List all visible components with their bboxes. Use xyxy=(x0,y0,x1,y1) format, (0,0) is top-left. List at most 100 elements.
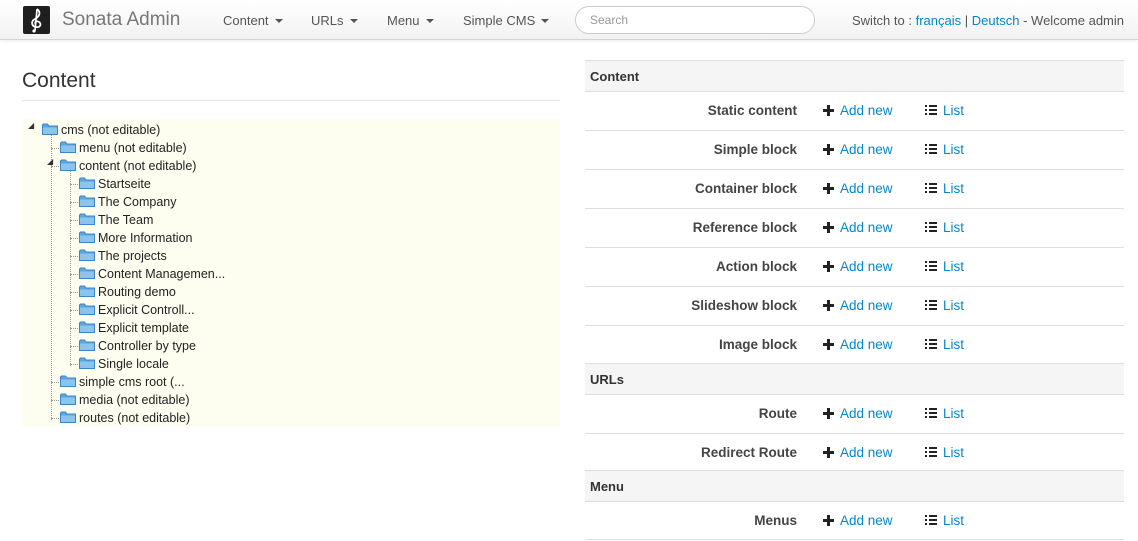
list-label: List xyxy=(943,220,965,235)
lang-french-link[interactable]: français xyxy=(916,13,962,28)
title-divider xyxy=(22,100,560,101)
add-new-link[interactable]: Add new xyxy=(823,142,893,157)
list-link[interactable]: List xyxy=(925,181,964,196)
folder-icon xyxy=(79,213,95,225)
admin-item-label: Action block xyxy=(715,259,797,274)
chevron-down-icon xyxy=(541,18,550,23)
plus-icon xyxy=(823,300,834,311)
list-link[interactable]: List xyxy=(925,406,964,421)
add-new-link[interactable]: Add new xyxy=(823,337,893,352)
admin-item-label: Static content xyxy=(707,103,797,118)
nav-content-menu[interactable]: Content xyxy=(223,13,283,28)
dashboard-row-menus: Menus Add new List xyxy=(585,501,1124,540)
treble-clef-icon[interactable] xyxy=(23,6,50,34)
tree-node[interactable]: More Information xyxy=(79,229,192,247)
tree-node[interactable]: Startseite xyxy=(79,175,151,193)
list-link[interactable]: List xyxy=(925,259,964,274)
tree-connector xyxy=(70,170,71,366)
list-icon xyxy=(925,408,937,419)
top-navbar: Sonata Admin Content URLs Menu Simple CM… xyxy=(0,0,1138,40)
tree-node[interactable]: Content Managemen... xyxy=(79,265,225,283)
list-link[interactable]: List xyxy=(925,103,964,118)
list-label: List xyxy=(943,337,965,352)
plus-icon xyxy=(823,447,834,458)
dashboard-row-slideshow-block: Slideshow block Add new List xyxy=(585,286,1124,325)
add-new-link[interactable]: Add new xyxy=(823,406,893,421)
group-title: Menu xyxy=(590,479,624,494)
tree-node[interactable]: media (not editable) xyxy=(60,391,189,409)
group-title: Content xyxy=(590,69,640,84)
tree-node[interactable]: simple cms root (... xyxy=(60,373,185,391)
search-input[interactable] xyxy=(575,6,815,34)
add-new-link[interactable]: Add new xyxy=(823,181,893,196)
nav-simple-cms-label: Simple CMS xyxy=(463,13,536,28)
lang-german-link[interactable]: Deutsch xyxy=(972,13,1020,28)
tree-node[interactable]: Controller by type xyxy=(79,337,196,355)
tree-node-label: content (not editable) xyxy=(79,159,197,173)
nav-menu-menu[interactable]: Menu xyxy=(387,13,434,28)
folder-icon xyxy=(79,285,95,297)
admin-item-label: Simple block xyxy=(713,142,797,157)
tree-node[interactable]: The projects xyxy=(79,247,167,265)
folder-icon xyxy=(60,411,76,423)
folder-icon xyxy=(79,231,95,243)
folder-icon xyxy=(79,177,95,189)
chevron-down-icon xyxy=(349,18,358,23)
nav-urls-menu[interactable]: URLs xyxy=(311,13,358,28)
add-new-label: Add new xyxy=(840,445,893,460)
add-new-link[interactable]: Add new xyxy=(823,259,893,274)
plus-icon xyxy=(823,183,834,194)
add-new-link[interactable]: Add new xyxy=(823,220,893,235)
folder-icon xyxy=(60,141,76,153)
nav-simple-cms-menu[interactable]: Simple CMS xyxy=(463,13,550,28)
lang-separator: | xyxy=(964,13,969,28)
add-new-link[interactable]: Add new xyxy=(823,103,893,118)
list-label: List xyxy=(943,181,965,196)
tree-node[interactable]: content (not editable) xyxy=(60,157,196,175)
add-new-link[interactable]: Add new xyxy=(823,513,893,528)
admin-item-label: Menus xyxy=(754,513,797,528)
tree-node-label: cms (not editable) xyxy=(61,123,161,137)
nav-content-label: Content xyxy=(223,13,269,28)
add-new-label: Add new xyxy=(840,298,893,313)
collapse-toggle-icon[interactable]: ◢ xyxy=(47,158,53,166)
dashboard-row-simple-block: Simple block Add new List xyxy=(585,130,1124,169)
tree-node[interactable]: routes (not editable) xyxy=(60,409,190,427)
folder-icon xyxy=(60,159,76,171)
welcome-text: - Welcome admin xyxy=(1023,13,1124,28)
tree-node[interactable]: Explicit Controll... xyxy=(79,301,195,319)
brand-title[interactable]: Sonata Admin xyxy=(62,9,180,31)
add-new-link[interactable]: Add new xyxy=(823,445,893,460)
tree-node[interactable]: Explicit template xyxy=(79,319,189,337)
list-link[interactable]: List xyxy=(925,513,964,528)
list-link[interactable]: List xyxy=(925,337,964,352)
tree-node[interactable]: cms (not editable) xyxy=(42,121,160,139)
nav-urls-label: URLs xyxy=(311,13,344,28)
dashboard-row-image-block: Image block Add new List xyxy=(585,325,1124,364)
tree-node[interactable]: menu (not editable) xyxy=(60,139,187,157)
tree-node-label: Explicit Controll... xyxy=(98,303,195,317)
admin-item-label: Image block xyxy=(718,337,797,352)
tree-node-label: media (not editable) xyxy=(79,393,190,407)
list-link[interactable]: List xyxy=(925,220,964,235)
list-label: List xyxy=(943,142,965,157)
tree-node-label: The Team xyxy=(98,213,154,227)
tree-node-label: Routing demo xyxy=(98,285,176,299)
list-label: List xyxy=(943,298,965,313)
group-header-content: Content xyxy=(585,60,1124,91)
tree-node[interactable]: Routing demo xyxy=(79,283,176,301)
list-link[interactable]: List xyxy=(925,445,964,460)
tree-node[interactable]: The Team xyxy=(79,211,153,229)
dashboard-row-action-block: Action block Add new List xyxy=(585,247,1124,286)
list-link[interactable]: List xyxy=(925,298,964,313)
add-new-link[interactable]: Add new xyxy=(823,298,893,313)
tree-node[interactable]: Single locale xyxy=(79,355,169,373)
plus-icon xyxy=(823,222,834,233)
tree-connector xyxy=(51,134,52,420)
collapse-toggle-icon[interactable]: ◢ xyxy=(28,122,34,130)
tree-node[interactable]: The Company xyxy=(79,193,177,211)
list-link[interactable]: List xyxy=(925,142,964,157)
folder-icon xyxy=(60,375,76,387)
group-title: URLs xyxy=(590,372,624,387)
tree-node-label: Startseite xyxy=(98,177,151,191)
